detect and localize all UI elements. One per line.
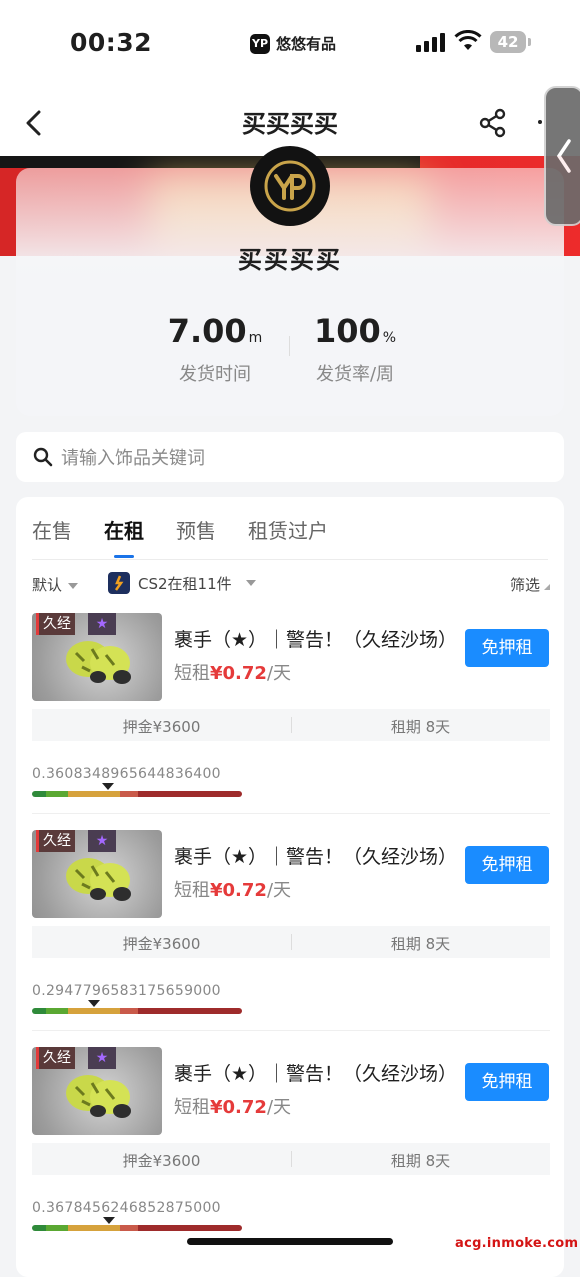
wifi-icon xyxy=(454,30,482,50)
list-item[interactable]: 久经 ★ 裹手（★）｜警告！（久经沙场） 短租¥0.72/天 免押租 押金¥36… xyxy=(32,830,550,1047)
item-image: 久经 ★ xyxy=(32,830,162,918)
glove-icon xyxy=(66,858,131,901)
star-badge: ★ xyxy=(88,830,116,852)
stat-unit: % xyxy=(382,330,397,346)
glove-icon xyxy=(66,1075,131,1118)
term-text: 租期 8天 xyxy=(390,718,451,736)
stat-value: 100 xyxy=(313,312,381,350)
wear-marker xyxy=(101,783,114,790)
stat-ship-rate: 100% 发货率/周 xyxy=(280,312,430,386)
float-value: 0.3608348965644836400 xyxy=(32,766,221,782)
wear-badge: 久经 xyxy=(36,613,75,635)
glove-icon xyxy=(66,641,131,684)
search-placeholder: 请输入饰品关键词 xyxy=(61,448,205,469)
tab-rent-transfer[interactable]: 租赁过户 xyxy=(248,515,328,544)
deposit-text: 押金¥3600 xyxy=(122,935,201,953)
carrier: YP 悠悠有品 xyxy=(250,33,336,54)
search-input[interactable]: 请输入饰品关键词 xyxy=(16,432,564,482)
shop-name: 买买买买 xyxy=(238,246,342,274)
side-drawer-handle[interactable] xyxy=(544,86,580,226)
filter-button[interactable]: 筛选 xyxy=(510,574,550,595)
info-bar: 押金¥3600 租期 8天 xyxy=(32,709,550,741)
game-label: CS2在租11件 xyxy=(138,574,232,593)
star-badge: ★ xyxy=(88,613,116,635)
item-price: 短租¥0.72/天 xyxy=(174,880,292,901)
filter-label: 筛选 xyxy=(509,576,540,594)
carrier-name: 悠悠有品 xyxy=(276,35,337,53)
chevron-left-icon xyxy=(556,139,571,173)
deposit-text: 押金¥3600 xyxy=(122,1152,201,1170)
carrier-logo-icon: YP xyxy=(250,33,270,54)
info-bar: 押金¥3600 租期 8天 xyxy=(32,1143,550,1175)
tab-on-sale[interactable]: 在售 xyxy=(32,515,72,544)
stat-label: 发货时间 xyxy=(179,364,251,385)
tab-presale[interactable]: 预售 xyxy=(176,515,216,544)
item-title: 裹手（★）｜警告！（久经沙场） xyxy=(174,629,458,651)
list-item[interactable]: 久经 ★ 裹手（★）｜警告！（久经沙场） 短租¥0.72/天 免押租 押金¥36… xyxy=(32,1047,550,1264)
chevron-down-icon xyxy=(245,580,256,586)
stat-value: 7.00 xyxy=(167,312,247,350)
battery-icon: 42 xyxy=(490,31,531,53)
game-dropdown[interactable]: CS2在租11件 xyxy=(108,572,256,594)
rent-button[interactable]: 免押租 xyxy=(465,846,549,884)
wear-marker xyxy=(103,1217,116,1224)
wear-marker xyxy=(87,1000,100,1007)
wear-bar xyxy=(32,1225,242,1231)
term-text: 租期 8天 xyxy=(390,935,451,953)
more-icon[interactable] xyxy=(538,120,542,124)
wear-badge: 久经 xyxy=(36,830,75,852)
item-title: 裹手（★）｜警告！（久经沙场） xyxy=(174,1063,458,1085)
status-time: 00:32 xyxy=(70,28,153,57)
float-value: 0.2947796583175659000 xyxy=(32,983,221,999)
shop-logo-icon xyxy=(250,146,330,226)
sort-label: 默认 xyxy=(32,576,63,594)
stat-label: 发货率/周 xyxy=(315,364,395,385)
deposit-text: 押金¥3600 xyxy=(122,718,201,736)
chevron-down-icon xyxy=(68,582,79,589)
rent-button[interactable]: 免押租 xyxy=(465,629,549,667)
share-icon[interactable] xyxy=(478,108,508,138)
watermark: acg.inmoke.com xyxy=(455,1236,579,1251)
wear-bar xyxy=(32,1008,242,1014)
search-icon xyxy=(33,447,53,467)
star-badge: ★ xyxy=(88,1047,116,1069)
info-bar: 押金¥3600 租期 8天 xyxy=(32,926,550,958)
wear-badge: 久经 xyxy=(36,1047,75,1069)
item-image: 久经 ★ xyxy=(32,613,162,701)
wear-bar xyxy=(32,791,242,797)
stat-ship-time: 7.00 m 发货时间 xyxy=(140,312,290,386)
tab-bar: 在售 在租 预售 租赁过户 xyxy=(32,515,328,558)
item-price: 短租¥0.72/天 xyxy=(174,663,292,684)
item-image: 久经 ★ xyxy=(32,1047,162,1135)
item-price: 短租¥0.72/天 xyxy=(174,1097,292,1118)
item-title: 裹手（★）｜警告！（久经沙场） xyxy=(174,846,458,868)
status-bar: 00:32 YP 悠悠有品 42 xyxy=(0,0,580,88)
stat-unit: m xyxy=(248,330,263,346)
cs2-game-icon xyxy=(108,572,130,594)
list-item[interactable]: 久经 ★ 裹手（★）｜警告！（久经沙场） 短租¥0.72/天 免押租 押金¥36… xyxy=(32,613,550,830)
listing-card: 在售 在租 预售 租赁过户 默认 CS2在租11件 筛选 久经 ★ 裹手（★）｜… xyxy=(16,497,564,1277)
home-indicator xyxy=(187,1238,393,1245)
filter-icon xyxy=(544,584,550,590)
divider xyxy=(32,559,548,560)
term-text: 租期 8天 xyxy=(390,1152,451,1170)
rent-button[interactable]: 免押租 xyxy=(465,1063,549,1101)
sort-dropdown[interactable]: 默认 xyxy=(32,574,79,595)
signal-icon xyxy=(416,32,445,52)
filter-row: 默认 CS2在租11件 筛选 xyxy=(32,572,550,598)
float-value: 0.3678456246852875000 xyxy=(32,1200,221,1216)
tab-renting[interactable]: 在租 xyxy=(104,515,144,558)
